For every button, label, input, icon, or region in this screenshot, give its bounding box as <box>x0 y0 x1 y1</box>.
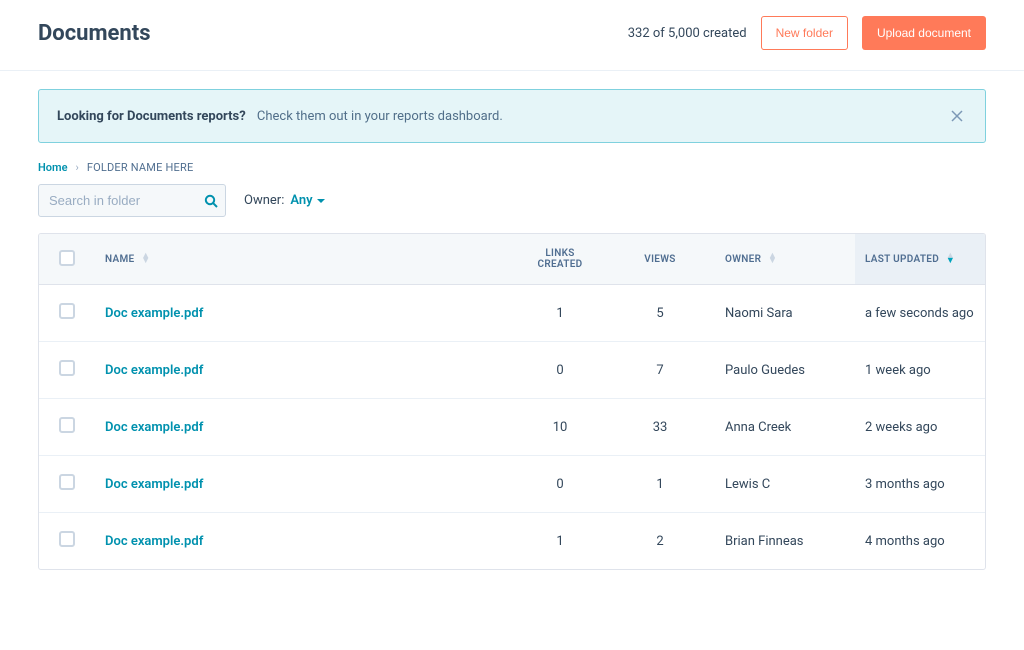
sort-icon: ▲▼ <box>768 254 777 264</box>
row-checkbox-cell <box>39 513 95 569</box>
breadcrumb: Home › FOLDER NAME HERE <box>38 161 986 174</box>
row-name-cell: Doc example.pdf <box>95 285 515 342</box>
column-header-name[interactable]: NAME ▲▼ <box>95 234 515 285</box>
table-row: Doc example.pdf 10 33 Anna Creek 2 weeks… <box>39 399 985 456</box>
table-row: Doc example.pdf 1 5 Naomi Sara a few sec… <box>39 285 985 342</box>
row-checkbox[interactable] <box>59 360 75 376</box>
document-link[interactable]: Doc example.pdf <box>105 534 203 549</box>
document-link[interactable]: Doc example.pdf <box>105 477 203 492</box>
row-updated-cell: 2 weeks ago <box>855 399 985 456</box>
row-name-cell: Doc example.pdf <box>95 456 515 513</box>
row-checkbox-cell <box>39 399 95 456</box>
column-header-owner[interactable]: OWNER ▲▼ <box>715 234 855 285</box>
table-row: Doc example.pdf 0 1 Lewis C 3 months ago <box>39 456 985 513</box>
row-name-cell: Doc example.pdf <box>95 399 515 456</box>
banner-rest: Check them out in your reports dashboard… <box>257 109 503 124</box>
column-updated-label: LAST UPDATED <box>865 254 939 265</box>
row-owner-cell: Lewis C <box>715 456 855 513</box>
row-links-cell: 0 <box>515 342 605 399</box>
row-links-cell: 1 <box>515 513 605 569</box>
row-updated-cell: 1 week ago <box>855 342 985 399</box>
table-body: Doc example.pdf 1 5 Naomi Sara a few sec… <box>39 285 985 569</box>
row-views-cell: 2 <box>605 513 715 569</box>
chevron-right-icon: › <box>76 161 79 174</box>
row-checkbox[interactable] <box>59 303 75 319</box>
owner-filter-value-text: Any <box>290 193 312 208</box>
row-checkbox-cell <box>39 456 95 513</box>
content-area: Looking for Documents reports? Check the… <box>0 71 1024 570</box>
column-name-label: NAME <box>105 254 134 265</box>
row-checkbox[interactable] <box>59 531 75 547</box>
column-links-label: LINKS CREATED <box>538 248 583 270</box>
document-link[interactable]: Doc example.pdf <box>105 306 203 321</box>
banner-text: Looking for Documents reports? Check the… <box>57 109 503 124</box>
header-bar: Documents 332 of 5,000 created New folde… <box>0 0 1024 71</box>
row-name-cell: Doc example.pdf <box>95 342 515 399</box>
filter-row: Owner: Any <box>38 184 986 217</box>
search-input[interactable] <box>38 184 226 217</box>
documents-table: NAME ▲▼ LINKS CREATED VIEWS OWNER ▲▼ LAS… <box>38 233 986 570</box>
upload-document-button[interactable]: Upload document <box>862 16 986 50</box>
row-owner-cell: Anna Creek <box>715 399 855 456</box>
column-header-links[interactable]: LINKS CREATED <box>515 234 605 285</box>
row-views-cell: 7 <box>605 342 715 399</box>
header-checkbox-cell <box>39 234 95 285</box>
caret-down-icon <box>317 199 325 203</box>
row-links-cell: 0 <box>515 456 605 513</box>
close-icon[interactable] <box>947 106 967 126</box>
document-link[interactable]: Doc example.pdf <box>105 363 203 378</box>
row-checkbox-cell <box>39 342 95 399</box>
column-owner-label: OWNER <box>725 254 761 265</box>
document-count: 332 of 5,000 created <box>628 26 747 41</box>
row-updated-cell: a few seconds ago <box>855 285 985 342</box>
row-owner-cell: Brian Finneas <box>715 513 855 569</box>
row-updated-cell: 3 months ago <box>855 456 985 513</box>
new-folder-button[interactable]: New folder <box>761 16 848 50</box>
reports-banner: Looking for Documents reports? Check the… <box>38 89 986 143</box>
row-owner-cell: Naomi Sara <box>715 285 855 342</box>
row-links-cell: 1 <box>515 285 605 342</box>
row-views-cell: 1 <box>605 456 715 513</box>
row-owner-cell: Paulo Guedes <box>715 342 855 399</box>
row-views-cell: 5 <box>605 285 715 342</box>
row-checkbox-cell <box>39 285 95 342</box>
breadcrumb-current: FOLDER NAME HERE <box>87 161 194 174</box>
banner-strong: Looking for Documents reports? <box>57 109 246 124</box>
table-row: Doc example.pdf 1 2 Brian Finneas 4 mont… <box>39 513 985 569</box>
document-link[interactable]: Doc example.pdf <box>105 420 203 435</box>
owner-filter-value[interactable]: Any <box>290 193 324 208</box>
row-name-cell: Doc example.pdf <box>95 513 515 569</box>
sort-icon: ▲▼ <box>946 254 955 264</box>
column-header-updated[interactable]: LAST UPDATED ▲▼ <box>855 234 985 285</box>
table-row: Doc example.pdf 0 7 Paulo Guedes 1 week … <box>39 342 985 399</box>
row-checkbox[interactable] <box>59 474 75 490</box>
row-updated-cell: 4 months ago <box>855 513 985 569</box>
column-header-views[interactable]: VIEWS <box>605 234 715 285</box>
select-all-checkbox[interactable] <box>59 250 75 266</box>
row-links-cell: 10 <box>515 399 605 456</box>
search-wrapper <box>38 184 226 217</box>
column-views-label: VIEWS <box>644 254 675 265</box>
table-header-row: NAME ▲▼ LINKS CREATED VIEWS OWNER ▲▼ LAS… <box>39 234 985 285</box>
search-icon[interactable] <box>204 194 218 208</box>
page-title: Documents <box>38 21 151 46</box>
row-views-cell: 33 <box>605 399 715 456</box>
header-actions: 332 of 5,000 created New folder Upload d… <box>628 16 986 50</box>
row-checkbox[interactable] <box>59 417 75 433</box>
owner-filter-label: Owner: <box>244 193 284 208</box>
owner-filter: Owner: Any <box>244 193 325 208</box>
sort-icon: ▲▼ <box>141 254 150 264</box>
breadcrumb-home[interactable]: Home <box>38 161 68 174</box>
